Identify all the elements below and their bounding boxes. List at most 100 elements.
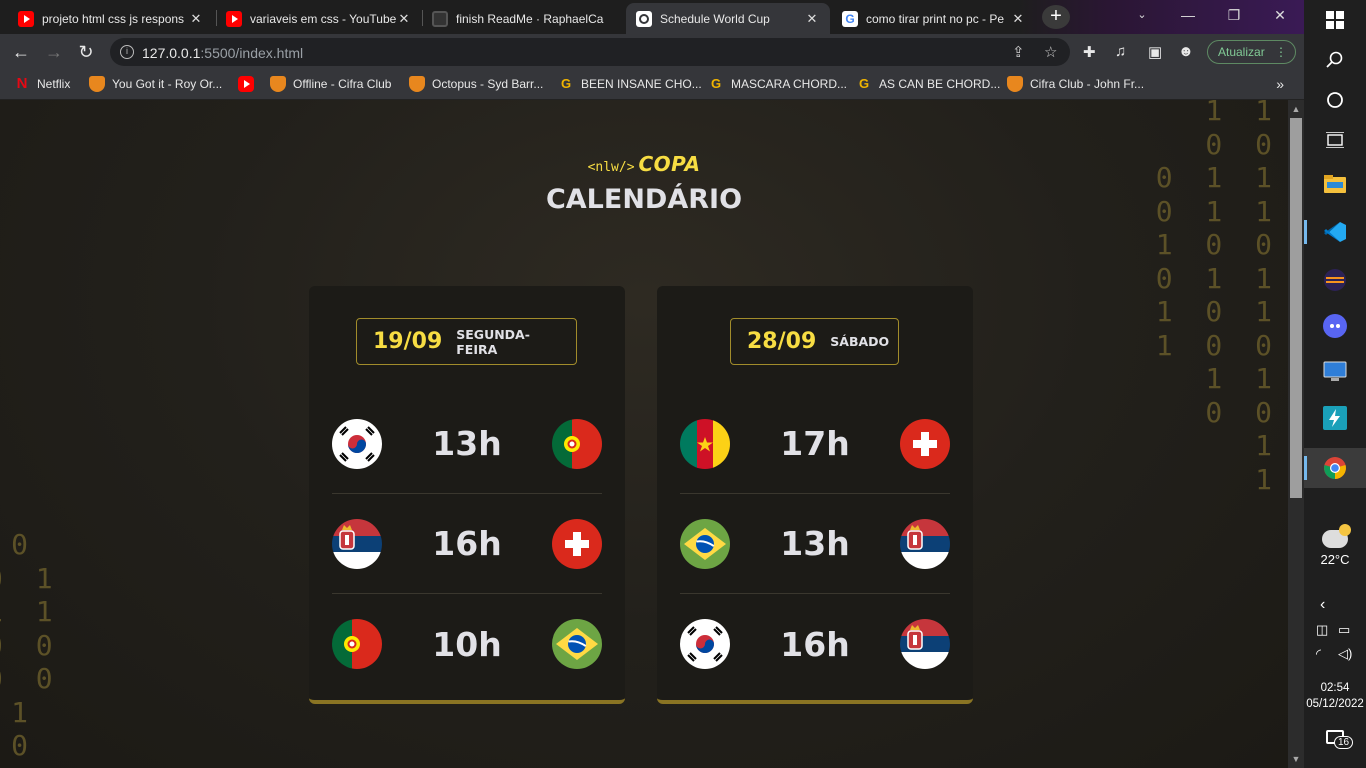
side-panel-icon[interactable]: ▣ [1148, 43, 1162, 61]
bookmark-cifra-club[interactable]: Cifra Club - John Fr... [1007, 76, 1144, 92]
extensions-icon[interactable]: ✚ [1083, 43, 1096, 61]
profile-avatar[interactable]: ☻ [1178, 43, 1194, 60]
portugal-flag-icon [551, 418, 602, 469]
serbia-flag-icon [332, 518, 382, 569]
bookmark-youtube[interactable] [238, 76, 261, 92]
scroll-down-icon[interactable]: ▼ [1288, 754, 1304, 764]
match-time: 10h [432, 624, 502, 664]
address-bar[interactable]: i 127.0.0.1:5500/index.html ⇪ ☆ [110, 38, 1070, 66]
netflix-icon: N [16, 75, 28, 92]
windows-taskbar: 22°C ‹ ◫ ▭ ◜ ◁) 02:54 05/12/2022 16 [1304, 0, 1366, 768]
korea-flag-icon [332, 418, 382, 469]
battery-icon[interactable]: ▭ [1338, 622, 1350, 638]
reload-button[interactable]: ↻ [74, 40, 98, 64]
match-row: 13h [332, 394, 602, 494]
bookmark-mascara[interactable]: G MASCARA CHORD... [708, 76, 847, 92]
tab-title: Schedule World Cup [660, 11, 770, 26]
bookmark-as-can-be[interactable]: G AS CAN BE CHORD... [856, 76, 1000, 92]
system-clock[interactable]: 02:54 05/12/2022 [1304, 680, 1366, 712]
scroll-up-icon[interactable]: ▲ [1288, 104, 1304, 114]
wifi-icon[interactable]: ◜ [1316, 646, 1321, 662]
match-row: 10h [332, 594, 602, 694]
tab-active[interactable]: Schedule World Cup ✕ [626, 3, 830, 34]
show-hidden-icons-icon[interactable]: ‹ [1320, 596, 1325, 614]
more-bookmarks-icon[interactable]: » [1276, 76, 1284, 92]
cifra-icon [409, 76, 425, 92]
page-scrollbar[interactable]: ▲ ▼ [1288, 100, 1304, 768]
forward-button[interactable]: → [42, 40, 66, 64]
notification-center-icon[interactable]: 16 [1324, 728, 1354, 750]
bookmark-star-icon[interactable]: ☆ [1044, 43, 1057, 61]
globe-icon [636, 10, 652, 27]
github-icon [432, 10, 448, 27]
match-time: 16h [780, 624, 850, 664]
media-icon[interactable]: ♫ [1115, 43, 1126, 60]
match-row: 13h [680, 494, 950, 594]
share-icon[interactable]: ⇪ [1012, 43, 1025, 61]
file-explorer-icon[interactable] [1304, 164, 1366, 204]
weather-widget[interactable]: 22°C [1304, 524, 1366, 567]
tab-5[interactable]: G como tirar print no pc - Pe ✕ [832, 3, 1036, 34]
match-row: 16h [332, 494, 602, 594]
menu-dots-icon: ⋮ [1275, 45, 1287, 59]
chrome-icon[interactable] [1304, 448, 1366, 488]
discord-icon[interactable] [1304, 306, 1366, 346]
match-time: 17h [780, 424, 850, 463]
cortana-icon[interactable] [1304, 80, 1366, 120]
nlw-copa-logo: <nlw/> COPA [587, 152, 701, 176]
switzerland-flag-icon [899, 418, 950, 469]
weather-cloud-icon [1322, 524, 1351, 548]
close-window-button[interactable]: ✕ [1257, 0, 1303, 30]
match-time: 16h [432, 524, 502, 563]
korea-flag-icon [680, 619, 730, 669]
match-time: 13h [780, 524, 850, 563]
day-date: 28/09 [747, 329, 817, 354]
scrollbar-thumb[interactable] [1290, 118, 1302, 498]
browser-toolbar: ← → ↻ i 127.0.0.1:5500/index.html ⇪ ☆ ✚ … [0, 34, 1304, 70]
bookmark-octopus[interactable]: Octopus - Syd Barr... [409, 76, 543, 92]
lightning-app-icon[interactable] [1304, 398, 1366, 438]
bookmark-offline[interactable]: Offline - Cifra Club [270, 76, 391, 92]
eclipse-icon[interactable] [1304, 260, 1366, 300]
back-button[interactable]: ← [9, 40, 33, 64]
update-button[interactable]: Atualizar ⋮ [1207, 40, 1296, 64]
match-time: 13h [432, 424, 502, 463]
close-icon[interactable]: ✕ [804, 11, 820, 27]
portugal-flag-icon [332, 619, 382, 669]
search-icon[interactable] [1304, 40, 1366, 80]
url-text[interactable]: 127.0.0.1:5500/index.html [142, 45, 303, 61]
restore-button[interactable]: ❐ [1211, 0, 1257, 30]
meet-now-icon[interactable]: ◫ [1316, 622, 1328, 638]
minimize-button[interactable]: — [1165, 0, 1211, 30]
close-icon[interactable]: ✕ [188, 11, 204, 27]
bookmark-been-insane[interactable]: G BEEN INSANE CHO... [558, 76, 702, 92]
youtube-icon [238, 76, 254, 92]
web-page: 1 1 0 0 0 1 1 0 1 1 1 0 0 0 1 1 1 0 1 1 … [0, 100, 1288, 768]
tab-1[interactable]: projeto html css js respons ✕ [8, 3, 214, 34]
vscode-icon[interactable] [1304, 212, 1366, 252]
windows-start-icon[interactable] [1304, 0, 1366, 40]
tab-3[interactable]: finish ReadMe · RaphaelCa [422, 3, 624, 34]
switzerland-flag-icon [551, 518, 602, 569]
cameroon-flag-icon [680, 418, 730, 469]
remote-desktop-icon[interactable] [1304, 352, 1366, 392]
tab-search-icon[interactable]: ⌄ [1119, 0, 1165, 30]
g-icon: G [560, 76, 572, 91]
tab-2[interactable]: variaveis em css - YouTube ✕ [216, 3, 422, 34]
day-card: 28/09 SÁBADO 17h 13h 16h [657, 286, 973, 704]
volume-icon[interactable]: ◁) [1338, 646, 1352, 662]
bookmark-you-got-it[interactable]: You Got it - Roy Or... [89, 76, 222, 92]
info-icon[interactable]: i [120, 45, 134, 59]
weather-temp: 22°C [1320, 552, 1350, 567]
close-icon[interactable]: ✕ [396, 11, 412, 27]
day-date: 19/09 [373, 329, 443, 354]
tab-title: como tirar print no pc - Pe [866, 11, 1005, 26]
bookmark-netflix[interactable]: N Netflix [14, 75, 71, 92]
close-icon[interactable]: ✕ [1010, 11, 1026, 27]
cifra-icon [89, 76, 105, 92]
page-title: CALENDÁRIO [545, 184, 743, 215]
day-weekday: SÁBADO [830, 334, 890, 349]
task-view-icon[interactable] [1304, 120, 1366, 160]
new-tab-button[interactable]: + [1042, 5, 1070, 29]
brazil-flag-icon [680, 518, 730, 569]
